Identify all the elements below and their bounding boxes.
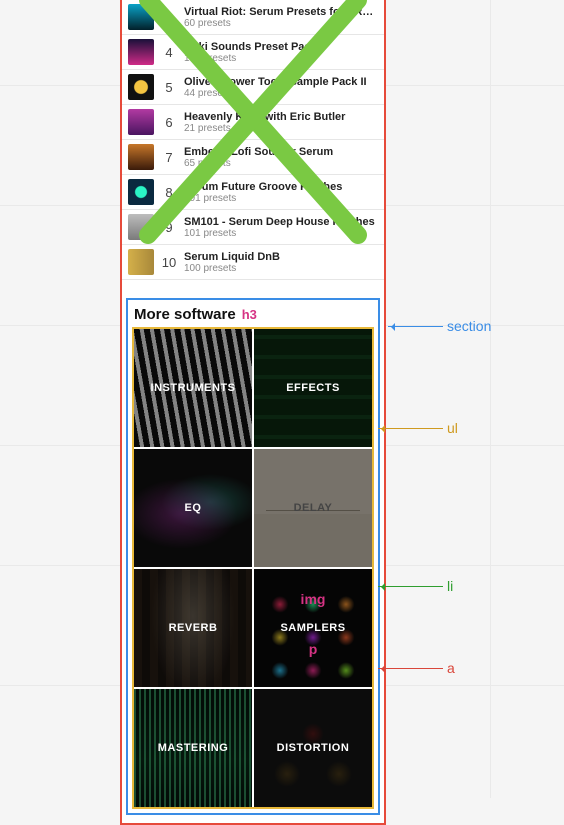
preset-thumb-icon (128, 144, 154, 170)
preset-sub: 44 presets (184, 88, 378, 99)
annotation-p-tag: p (309, 641, 318, 657)
preset-title: Embers: Lofi Soul for Serum (184, 146, 378, 158)
category-effects[interactable]: EFFECTS (254, 329, 372, 447)
preset-row[interactable]: 8 Serum Future Groove Patches 101 preset… (122, 175, 384, 210)
more-software-section: More software h3 INSTRUMENTS EFFECTS (126, 298, 380, 815)
preset-sub: 65 presets (184, 158, 378, 169)
category-instruments[interactable]: INSTRUMENTS (134, 329, 252, 447)
preset-title: SM101 - Serum Deep House Patches (184, 216, 378, 228)
preset-sub: 21 presets (184, 123, 378, 134)
preset-rank: 9 (160, 220, 178, 235)
preset-title: Aoki Sounds Preset Pack (184, 41, 378, 53)
preset-rank: 7 (160, 150, 178, 165)
preset-thumb-icon (128, 39, 154, 65)
preset-row[interactable]: 7 Embers: Lofi Soul for Serum 65 presets (122, 140, 384, 175)
category-eq[interactable]: EQ (134, 449, 252, 567)
preset-row[interactable]: 3 Virtual Riot: Serum Presets for PRE… 6… (122, 0, 384, 35)
category-delay[interactable]: DELAY (254, 449, 372, 567)
preset-rank: 4 (160, 45, 178, 60)
preset-row[interactable]: 4 Aoki Sounds Preset Pack 180 presets (122, 35, 384, 70)
preset-sub: 180 presets (184, 53, 378, 64)
category-label: MASTERING (134, 689, 252, 807)
category-samplers[interactable]: img SAMPLERS p (254, 569, 372, 687)
preset-sub: 100 presets (184, 263, 378, 274)
category-distortion[interactable]: DISTORTION (254, 689, 372, 807)
annotation-label: li (447, 578, 453, 594)
category-link[interactable]: img SAMPLERS p (254, 569, 372, 687)
preset-rank: 3 (160, 10, 178, 25)
preset-thumb-icon (128, 4, 154, 30)
preset-title: Oliver: Power Tools Sample Pack II (184, 76, 378, 88)
preset-info: SM101 - Serum Deep House Patches 101 pre… (184, 216, 378, 239)
preset-info: Embers: Lofi Soul for Serum 65 presets (184, 146, 378, 169)
category-link[interactable]: DISTORTION (254, 689, 372, 807)
preset-sub: 60 presets (184, 18, 378, 29)
more-software-header: More software h3 (132, 304, 374, 327)
category-label: REVERB (134, 569, 252, 687)
annotation-li: li (378, 578, 453, 594)
preset-row[interactable]: 9 SM101 - Serum Deep House Patches 101 p… (122, 210, 384, 245)
preset-ranked-list: 3 Virtual Riot: Serum Presets for PRE… 6… (122, 0, 384, 280)
preset-thumb-icon (128, 179, 154, 205)
preset-sub: 101 presets (184, 193, 378, 204)
preset-info: Serum Future Groove Patches 101 presets (184, 181, 378, 204)
main-column: 3 Virtual Riot: Serum Presets for PRE… 6… (120, 0, 386, 825)
category-link[interactable]: DELAY (254, 449, 372, 567)
category-link[interactable]: EQ (134, 449, 252, 567)
preset-title: Serum Future Groove Patches (184, 181, 378, 193)
preset-info: Serum Liquid DnB 100 presets (184, 251, 378, 274)
preset-rank: 6 (160, 115, 178, 130)
preset-sub: 101 presets (184, 228, 378, 239)
category-mastering[interactable]: MASTERING (134, 689, 252, 807)
preset-thumb-icon (128, 74, 154, 100)
preset-info: Oliver: Power Tools Sample Pack II 44 pr… (184, 76, 378, 99)
category-link[interactable]: EFFECTS (254, 329, 372, 447)
preset-row[interactable]: 10 Serum Liquid DnB 100 presets (122, 245, 384, 280)
category-reverb[interactable]: REVERB (134, 569, 252, 687)
preset-rank: 5 (160, 80, 178, 95)
category-label: DISTORTION (254, 689, 372, 807)
preset-row[interactable]: 6 Heavenly Keys with Eric Butler 21 pres… (122, 105, 384, 140)
category-label: DELAY (254, 449, 372, 567)
preset-info: Heavenly Keys with Eric Butler 21 preset… (184, 111, 378, 134)
category-label: INSTRUMENTS (134, 329, 252, 447)
preset-title: Serum Liquid DnB (184, 251, 378, 263)
annotation-ul: ul (378, 420, 458, 436)
annotation-label: section (447, 318, 491, 334)
annotation-label: a (447, 660, 455, 676)
preset-thumb-icon (128, 109, 154, 135)
annotation-a: a (378, 660, 455, 676)
more-software-grid: INSTRUMENTS EFFECTS EQ (132, 327, 374, 809)
preset-thumb-icon (128, 214, 154, 240)
preset-rank: 10 (160, 255, 178, 270)
annotation-h3-tag: h3 (242, 307, 257, 322)
category-label: SAMPLERS (254, 569, 372, 687)
preset-title: Heavenly Keys with Eric Butler (184, 111, 378, 123)
category-label: EQ (134, 449, 252, 567)
preset-info: Aoki Sounds Preset Pack 180 presets (184, 41, 378, 64)
preset-rank: 8 (160, 185, 178, 200)
more-software-title: More software (134, 306, 236, 323)
preset-title: Virtual Riot: Serum Presets for PRE… (184, 6, 378, 18)
category-link[interactable]: MASTERING (134, 689, 252, 807)
annotation-section: section (388, 318, 491, 334)
category-link[interactable]: REVERB (134, 569, 252, 687)
preset-thumb-icon (128, 249, 154, 275)
annotation-label: ul (447, 420, 458, 436)
category-link[interactable]: INSTRUMENTS (134, 329, 252, 447)
preset-row[interactable]: 5 Oliver: Power Tools Sample Pack II 44 … (122, 70, 384, 105)
category-label: EFFECTS (254, 329, 372, 447)
preset-info: Virtual Riot: Serum Presets for PRE… 60 … (184, 6, 378, 29)
